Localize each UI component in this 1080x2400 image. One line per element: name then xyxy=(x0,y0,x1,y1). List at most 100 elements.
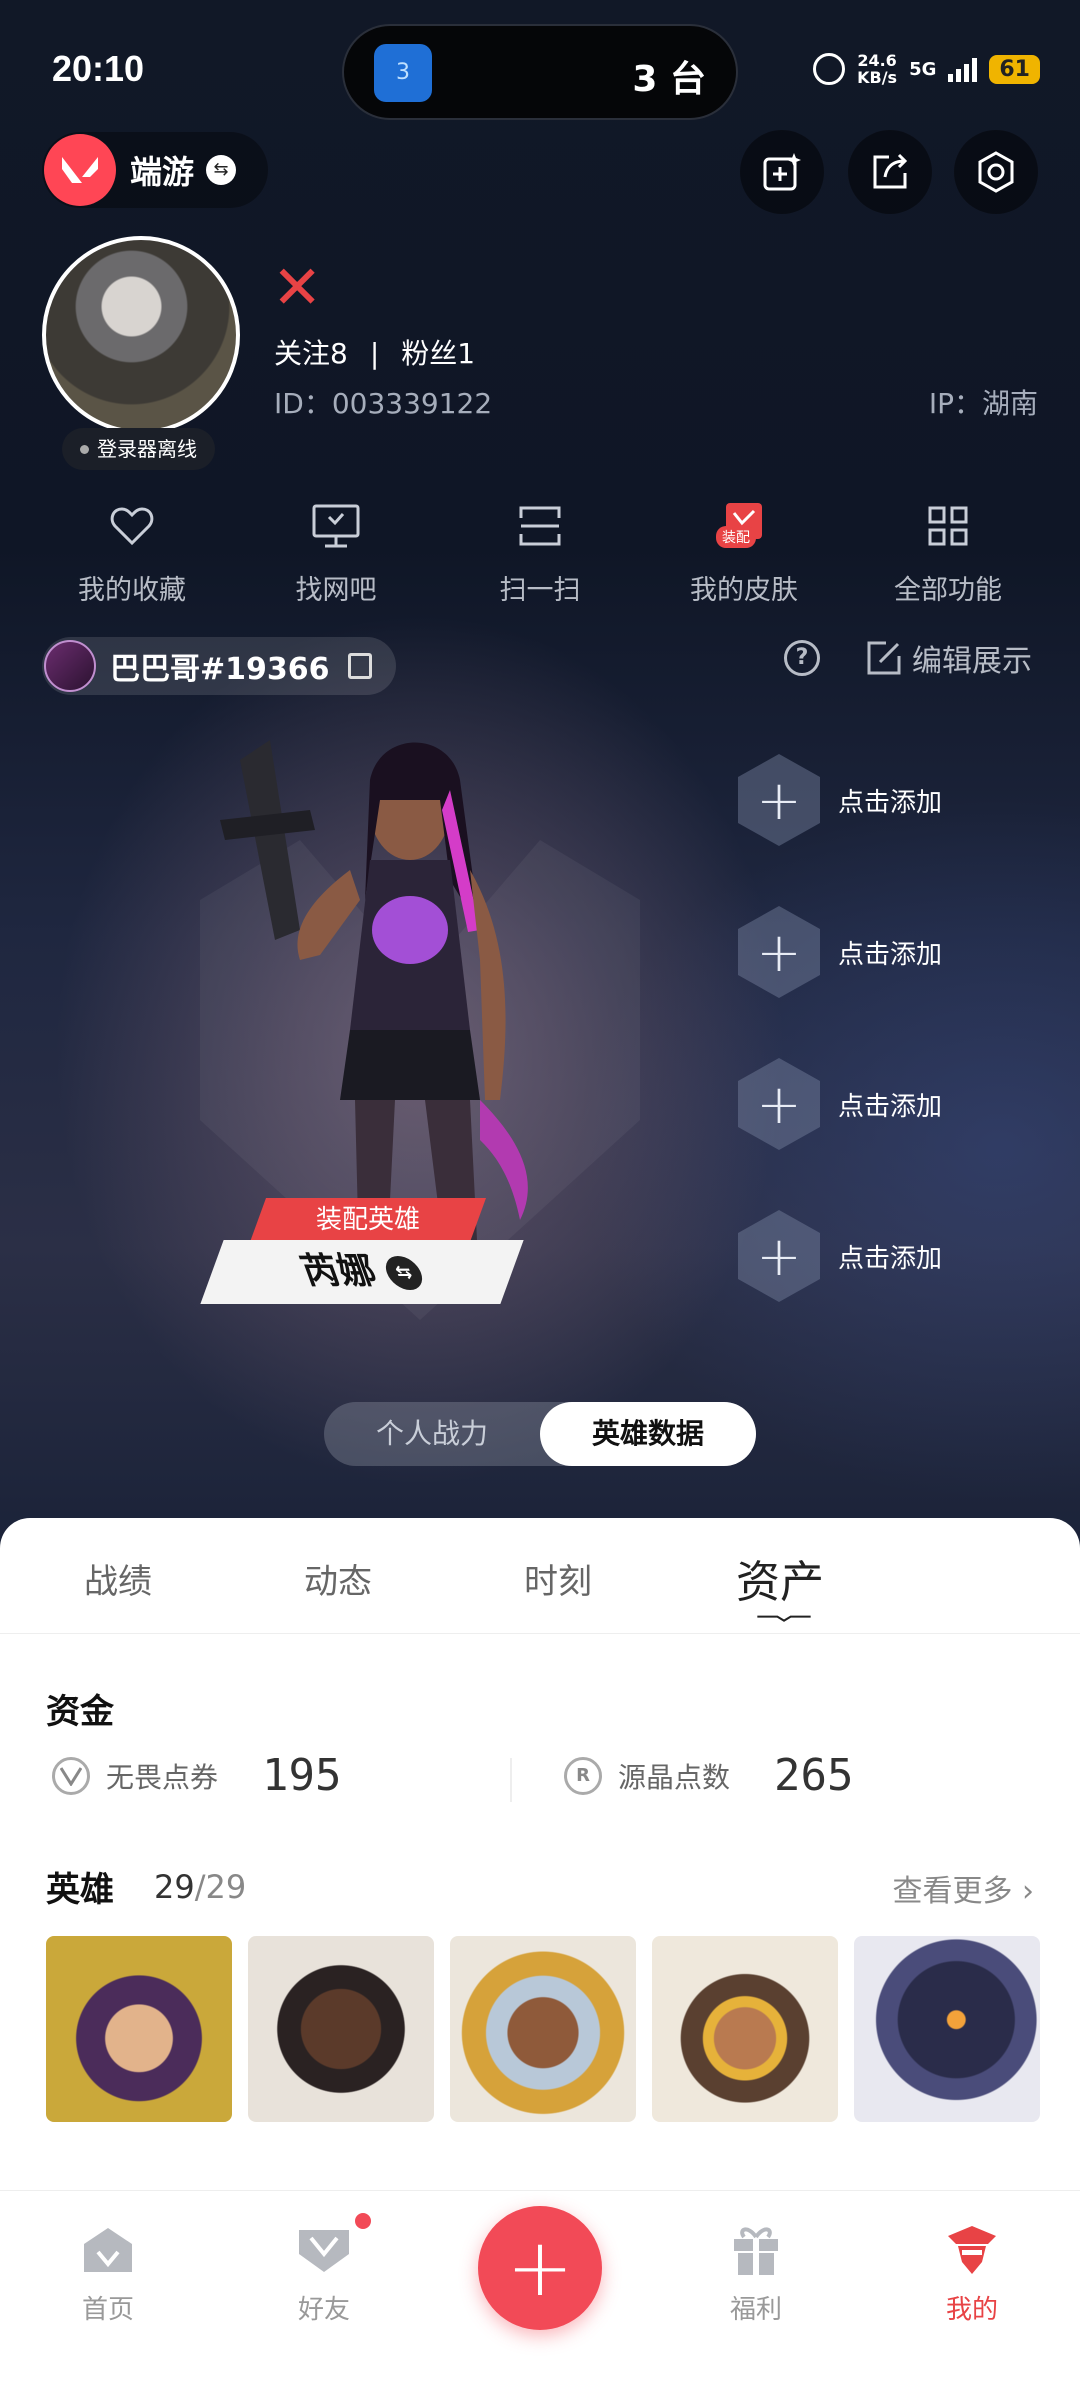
add-slot[interactable]: + 点击添加 xyxy=(738,1206,1038,1306)
launcher-status: 登录器离线 xyxy=(62,428,215,470)
nav-home[interactable]: 首页 xyxy=(38,2219,178,2326)
following-link[interactable]: 关注8 xyxy=(274,337,348,370)
hero-card[interactable] xyxy=(450,1936,636,2122)
currency-divider xyxy=(510,1758,512,1802)
fans-link[interactable]: 粉丝1 xyxy=(401,337,475,370)
currency-radianite: R 源晶点数 265 xyxy=(564,1750,854,1801)
nav-label: 好友 xyxy=(297,2295,350,2325)
heart-icon xyxy=(110,507,154,546)
heroes-count: 29/29 xyxy=(154,1868,246,1906)
add-slot-label: 点击添加 xyxy=(838,787,943,818)
create-post-button[interactable]: + xyxy=(478,2206,602,2330)
function-row: 我的收藏 找网吧 扫一扫 装配 我的皮肤 全部功能 xyxy=(0,496,1080,606)
share-icon xyxy=(873,153,908,189)
chevron-right-icon: › xyxy=(1022,1874,1034,1909)
add-slot[interactable]: + 点击添加 xyxy=(738,1054,1038,1154)
fans-count: 1 xyxy=(457,337,476,370)
heroes-owned: 29 xyxy=(154,1868,195,1906)
following-label: 关注 xyxy=(274,337,331,370)
switch-hero-icon[interactable]: ⇆ xyxy=(380,1256,428,1290)
currency-vp: 无畏点券 195 xyxy=(52,1750,342,1801)
nav-welfare[interactable]: 福利 xyxy=(686,2219,826,2326)
island-badge: 3 xyxy=(396,60,410,85)
share-button[interactable] xyxy=(848,130,932,214)
currency-value: 265 xyxy=(774,1750,854,1801)
see-more-link[interactable]: 查看更多 › xyxy=(892,1866,1034,1910)
add-slot-label: 点击添加 xyxy=(838,1243,943,1274)
func-skins[interactable]: 装配 我的皮肤 xyxy=(644,496,844,607)
func-label: 我的皮肤 xyxy=(690,575,798,606)
nav-friends[interactable]: 好友 xyxy=(254,2219,394,2326)
status-dot-icon xyxy=(80,444,89,454)
battery-icon: 61 xyxy=(989,54,1040,84)
plus-icon: + xyxy=(738,906,820,998)
tab-feed[interactable]: 动态 xyxy=(304,1554,372,1603)
add-slot[interactable]: + 点击添加 xyxy=(738,902,1038,1002)
add-slot[interactable]: + 点击添加 xyxy=(738,750,1038,850)
func-favorites[interactable]: 我的收藏 xyxy=(32,496,232,607)
func-label: 找网吧 xyxy=(295,575,377,606)
game-switcher[interactable]: 端游 ⇆ xyxy=(42,132,268,208)
add-post-button[interactable] xyxy=(740,130,824,214)
func-find-cafe[interactable]: 找网吧 xyxy=(236,496,436,607)
heroes-slash: / xyxy=(194,1868,206,1906)
game-name: 端游 xyxy=(130,153,195,191)
dynamic-island[interactable]: 3 3 台 xyxy=(342,24,738,120)
nav-label: 我的 xyxy=(945,2295,998,2325)
ip-location: IP：湖南 xyxy=(928,387,1038,420)
gear-icon xyxy=(978,151,1014,193)
friends-icon xyxy=(299,2230,349,2272)
toggle-hero-data[interactable]: 英雄数据 xyxy=(540,1402,756,1466)
status-time: 20:10 xyxy=(52,48,145,89)
tab-record[interactable]: 战绩 xyxy=(84,1554,152,1603)
hero-card[interactable] xyxy=(46,1936,232,2122)
add-slot-label: 点击添加 xyxy=(838,939,943,970)
edit-showcase-button[interactable]: 编辑展示 xyxy=(866,636,1032,680)
see-more-label: 查看更多 xyxy=(892,1874,1013,1909)
func-label: 全部功能 xyxy=(894,575,1002,606)
launcher-status-text: 登录器离线 xyxy=(97,437,197,461)
plus-icon: + xyxy=(506,2221,574,2314)
data-toggle: 个人战力 英雄数据 xyxy=(324,1402,756,1466)
hero-card[interactable] xyxy=(854,1936,1040,2122)
monitor-icon xyxy=(312,504,360,548)
grid-icon xyxy=(928,506,968,546)
tab-indicator xyxy=(757,1615,811,1622)
hero-card[interactable] xyxy=(652,1936,838,2122)
follow-stats: 关注8 | 粉丝1 xyxy=(274,332,475,372)
player-tag[interactable]: 巴巴哥#19366 xyxy=(42,637,396,695)
plus-icon: + xyxy=(738,1210,820,1302)
equipped-tag-label: 装配英雄 xyxy=(315,1205,420,1235)
tab-moments[interactable]: 时刻 xyxy=(524,1554,592,1603)
player-name: 巴巴哥#19366 xyxy=(110,652,330,687)
heroes-title: 英雄 xyxy=(46,1870,114,1910)
profile-agent-icon xyxy=(948,2226,996,2274)
network-type: 5G xyxy=(909,58,937,80)
skin-badge: 装配 xyxy=(716,526,756,548)
settings-button[interactable] xyxy=(954,130,1038,214)
nav-label: 福利 xyxy=(729,2295,782,2325)
nav-label: 首页 xyxy=(81,2295,134,2325)
hero-card[interactable] xyxy=(248,1936,434,2122)
help-icon[interactable]: ? xyxy=(784,640,820,676)
func-scan[interactable]: 扫一扫 xyxy=(440,496,640,607)
avatar[interactable] xyxy=(42,236,240,434)
fans-label: 粉丝 xyxy=(401,337,458,370)
player-card-avatar xyxy=(44,640,96,692)
net-speed-value: 24.6 xyxy=(857,51,897,70)
net-speed-unit: KB/s xyxy=(857,68,898,87)
user-id: ID：003339122 xyxy=(274,387,493,420)
plus-icon: + xyxy=(738,1058,820,1150)
gift-icon xyxy=(734,2227,778,2275)
nav-mine[interactable]: 我的 xyxy=(902,2219,1042,2326)
equipped-hero[interactable]: 装配英雄 芮娜 ⇆ xyxy=(200,1198,524,1308)
copy-icon[interactable] xyxy=(347,653,372,679)
currency-label: 无畏点券 xyxy=(106,1760,219,1794)
tab-assets[interactable]: 资产 xyxy=(736,1546,824,1610)
notification-dot xyxy=(352,2210,374,2232)
edit-showcase-label: 编辑展示 xyxy=(912,644,1032,679)
func-all[interactable]: 全部功能 xyxy=(848,496,1048,607)
toggle-personal-power[interactable]: 个人战力 xyxy=(324,1402,540,1466)
stats-separator: | xyxy=(369,337,380,370)
func-label: 我的收藏 xyxy=(78,575,186,606)
